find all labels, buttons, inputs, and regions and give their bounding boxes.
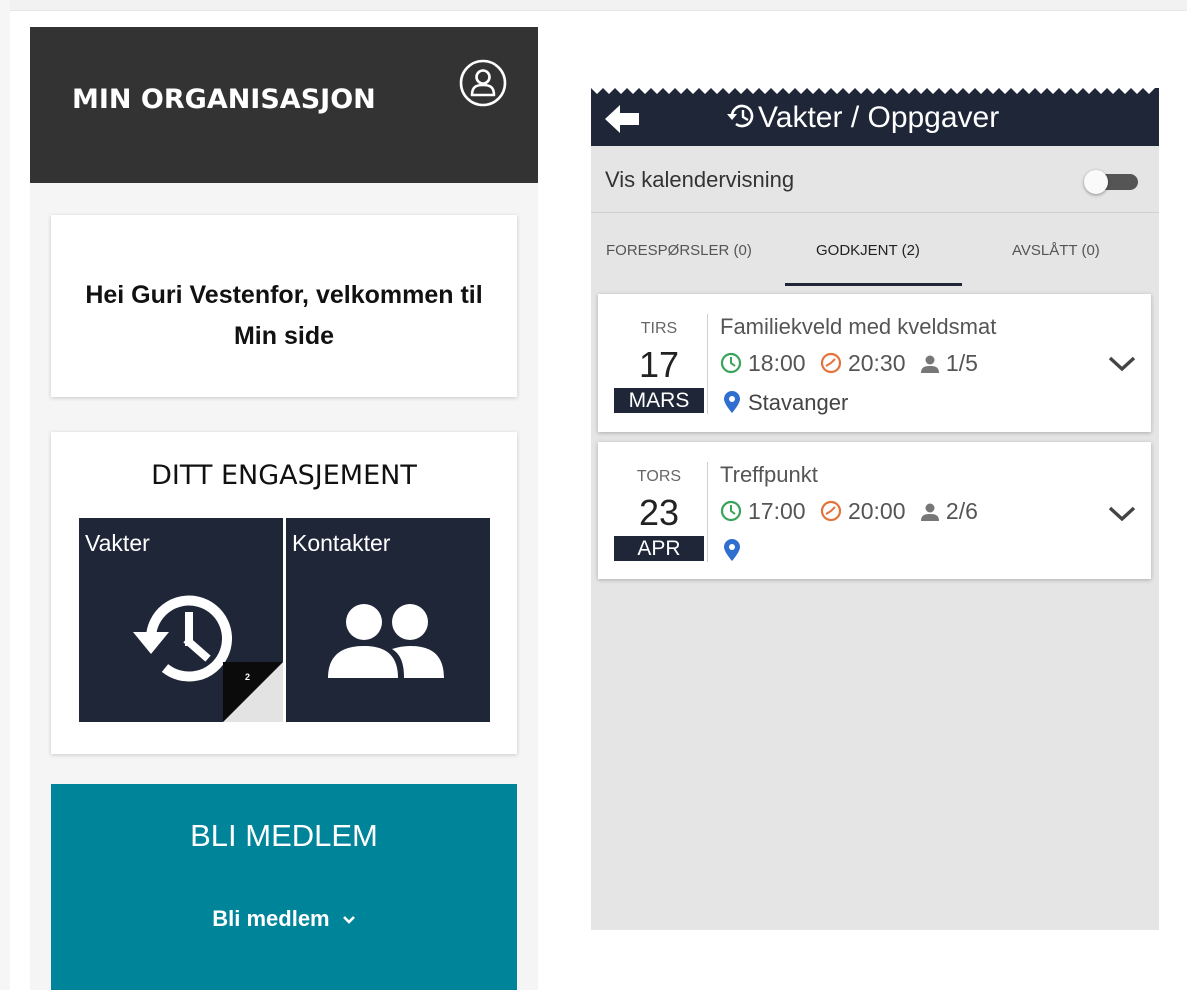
location-pin-icon — [724, 391, 740, 413]
vakter-tile[interactable]: Vakter 2 — [79, 518, 283, 722]
tab-approved[interactable]: GODKJENT (2) — [816, 242, 920, 259]
event-meta: 17:00 20:00 2/6 — [720, 498, 986, 525]
engagement-card: DITT ENGASJEMENT Vakter 2 Kontakter — [51, 432, 517, 754]
welcome-card: Hei Guri Vestenfor, velkommen til Min si… — [51, 215, 517, 397]
event-location-text: Stavanger — [748, 390, 849, 415]
become-member-label: Bli medlem — [212, 906, 330, 931]
membership-card: BLI MEDLEM Bli medlem — [51, 784, 517, 990]
toggle-knob — [1084, 170, 1108, 194]
fold-flap — [223, 662, 283, 722]
location-pin-icon — [724, 539, 740, 561]
event-day: 17 — [638, 344, 680, 385]
event-title: Treffpunkt — [720, 462, 818, 487]
tab-declined[interactable]: AVSLÅTT (0) — [1012, 242, 1100, 259]
clock-end-icon — [820, 500, 842, 522]
event-day: 23 — [638, 492, 680, 533]
profile-icon[interactable] — [458, 58, 508, 108]
event-location — [724, 538, 748, 564]
vakter-badge: 2 — [244, 672, 250, 682]
vakter-screen: Vakter / Oppgaver Vis kalendervisning FO… — [591, 88, 1159, 930]
org-header: MIN ORGANISASJON — [30, 27, 538, 183]
calendar-view-row: Vis kalendervisning — [591, 146, 1159, 213]
chevron-down-icon[interactable] — [1106, 502, 1138, 526]
event-start: 18:00 — [748, 350, 806, 376]
event-title: Familiekveld med kveldsmat — [720, 314, 997, 339]
history-icon — [727, 104, 754, 128]
event-meta: 18:00 20:30 1/5 — [720, 350, 986, 377]
event-weekday: TORS — [636, 468, 682, 485]
calendar-view-label: Vis kalendervisning — [605, 167, 795, 192]
kontakter-tile-label: Kontakter — [292, 530, 391, 556]
clock-start-icon — [720, 352, 742, 374]
membership-title: BLI MEDLEM — [190, 818, 378, 853]
chevron-down-icon[interactable] — [1106, 352, 1138, 376]
event-end: 20:30 — [847, 350, 906, 376]
event-weekday: TIRS — [640, 320, 678, 337]
vakter-header: Vakter / Oppgaver — [591, 88, 1159, 146]
event-date: TIRS 17 MARS — [598, 294, 708, 432]
event-date: TORS 23 APR — [598, 442, 708, 579]
event-start: 17:00 — [748, 498, 806, 524]
become-member-link[interactable]: Bli medlem — [51, 906, 517, 932]
person-icon — [920, 503, 939, 521]
event-card[interactable]: TIRS 17 MARS Familiekveld med kveldsmat … — [598, 294, 1151, 432]
tab-bar: FORESPØRSLER (0) GODKJENT (2) AVSLÅTT (0… — [591, 214, 1159, 286]
event-location: Stavanger — [724, 390, 848, 416]
chevron-down-icon — [342, 916, 355, 925]
person-icon — [920, 355, 939, 373]
event-month: APR — [614, 536, 704, 561]
kontakter-tile[interactable]: Kontakter — [286, 518, 490, 722]
tab-requests[interactable]: FORESPØRSLER (0) — [606, 242, 752, 259]
page-left-edge — [0, 0, 10, 990]
date-divider — [707, 462, 708, 562]
event-participants: 1/5 — [945, 350, 978, 376]
back-arrow-icon[interactable] — [605, 105, 639, 133]
clock-end-icon — [820, 352, 842, 374]
vakter-title-text: Vakter / Oppgaver — [758, 101, 1000, 134]
vakter-tile-label: Vakter — [85, 530, 150, 556]
active-tab-indicator — [785, 283, 962, 286]
min-side-screen: MIN ORGANISASJON Hei Guri Vestenfor, vel… — [30, 27, 538, 990]
date-divider — [707, 314, 708, 414]
torn-edge — [591, 88, 1159, 94]
event-card[interactable]: TORS 23 APR Treffpunkt 17:00 20:00 2/6 — [598, 442, 1151, 579]
event-end: 20:00 — [847, 498, 906, 524]
vakter-title: Vakter / Oppgaver — [726, 101, 999, 135]
event-participants: 2/6 — [945, 498, 978, 524]
welcome-text: Hei Guri Vestenfor, velkommen til Min si… — [85, 281, 483, 350]
event-month: MARS — [614, 388, 704, 413]
calendar-view-toggle[interactable] — [1084, 170, 1140, 194]
org-title: MIN ORGANISASJON — [72, 84, 376, 115]
people-icon — [328, 604, 444, 678]
engagement-title: DITT ENGASJEMENT — [151, 460, 417, 491]
page-top-edge — [0, 0, 1187, 11]
clock-start-icon — [720, 500, 742, 522]
